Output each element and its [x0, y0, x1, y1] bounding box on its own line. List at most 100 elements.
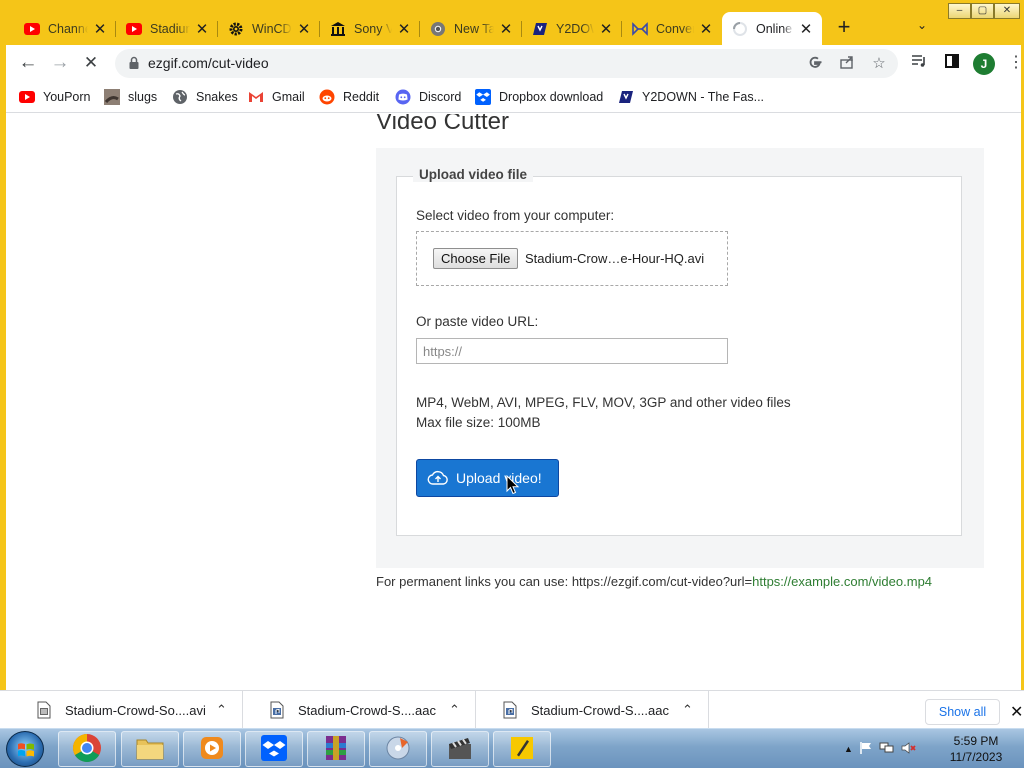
google-icon[interactable] [805, 54, 825, 74]
video-url-input[interactable] [416, 338, 728, 364]
action-center-flag-icon[interactable] [859, 741, 873, 758]
globe-icon [172, 89, 188, 105]
side-panel-icon[interactable] [942, 53, 962, 73]
fieldset-legend: Upload video file [413, 167, 534, 182]
youtube-icon [19, 89, 35, 105]
dropbox-icon [260, 734, 288, 765]
bookmark-star-icon[interactable]: ☆ [869, 54, 889, 74]
show-all-downloads-button[interactable]: Show all [925, 699, 1000, 725]
page-title: Video Cutter [376, 114, 509, 135]
taskbar-media-player[interactable] [183, 731, 241, 767]
close-tab-icon[interactable]: ✕ [296, 21, 312, 38]
volume-muted-icon[interactable] [901, 741, 917, 758]
close-tab-icon[interactable]: ✕ [798, 21, 814, 38]
youtube-icon [126, 21, 142, 37]
tab-stadium[interactable]: Stadium ✕ [116, 12, 218, 45]
bookmark-gmail[interactable]: Gmail [248, 87, 305, 107]
network-icon[interactable] [879, 741, 895, 758]
taskbar-file-explorer[interactable] [121, 731, 179, 767]
download-item[interactable]: Stadium-Crowd-So....avi ⌃ [10, 691, 243, 729]
chrome-icon [72, 733, 102, 766]
address-bar[interactable]: ezgif.com/cut-video ☆ [115, 49, 898, 78]
mouse-cursor-icon [506, 474, 520, 495]
taskbar-video-editor[interactable] [431, 731, 489, 767]
chevron-up-icon[interactable]: ⌃ [216, 702, 227, 718]
tab-convert[interactable]: Convert ✕ [622, 12, 722, 45]
close-tab-icon[interactable]: ✕ [698, 21, 714, 38]
bookmark-y2down[interactable]: Y2DOWN - The Fas... [618, 87, 764, 107]
taskbar-winrar[interactable] [307, 731, 365, 767]
y2down-icon [618, 89, 634, 105]
audio-file-icon [503, 701, 519, 719]
tab-online-active[interactable]: Online ✕ [722, 12, 822, 45]
bookmark-youporn[interactable]: YouPorn [19, 87, 91, 107]
bookmark-label: YouPorn [43, 90, 91, 104]
slug-image-icon [104, 89, 120, 105]
close-window-button[interactable]: ✕ [994, 3, 1020, 19]
show-hidden-icons-icon[interactable]: ▲ [844, 744, 853, 754]
reddit-icon [319, 89, 335, 105]
tab-sony-vegas[interactable]: Sony Vegas ✕ [320, 12, 420, 45]
tab-title: Y2DOWN [556, 21, 594, 36]
new-tab-button[interactable]: + [832, 16, 856, 40]
tab-wincdemu[interactable]: WinCDEmu ✕ [218, 12, 320, 45]
chevron-up-icon[interactable]: ⌃ [682, 702, 693, 718]
system-tray: ▲ [844, 739, 917, 759]
bookmark-dropbox-download[interactable]: Dropbox download [475, 87, 603, 107]
y2down-icon [532, 21, 548, 37]
profile-avatar[interactable]: J [973, 53, 995, 75]
max-file-size-text: Max file size: 100MB [416, 415, 541, 430]
example-video-link[interactable]: https://example.com/video.mp4 [752, 574, 932, 589]
taskbar-disc-burner[interactable] [369, 731, 427, 767]
close-tab-icon[interactable]: ✕ [598, 21, 614, 38]
bookmark-slugs[interactable]: slugs [104, 87, 157, 107]
download-item[interactable]: Stadium-Crowd-S....aac ⌃ [476, 691, 709, 729]
tab-title: New Tab [454, 21, 494, 36]
close-tab-icon[interactable]: ✕ [194, 21, 210, 38]
tab-search-button[interactable]: ⌄ [912, 18, 932, 38]
close-tab-icon[interactable]: ✕ [498, 21, 514, 38]
chevron-up-icon[interactable]: ⌃ [449, 702, 460, 718]
download-item[interactable]: Stadium-Crowd-S....aac ⌃ [243, 691, 476, 729]
system-clock[interactable]: 5:59 PM 11/7/2023 [945, 733, 1007, 765]
close-tab-icon[interactable]: ✕ [92, 21, 108, 38]
windows-logo-icon [17, 741, 35, 759]
tab-title: Online [756, 21, 793, 36]
start-button[interactable] [6, 731, 44, 767]
bookmark-label: Dropbox download [499, 90, 604, 104]
taskbar-chrome[interactable] [58, 731, 116, 767]
taskbar-dropbox[interactable] [245, 731, 303, 767]
download-file-name: Stadium-Crowd-S....aac [531, 702, 669, 718]
tab-new-tab[interactable]: New Tab ✕ [420, 12, 522, 45]
close-tab-icon[interactable]: ✕ [396, 21, 412, 38]
tab-title: Stadium [150, 21, 190, 36]
tab-channel[interactable]: Channel ✕ [14, 12, 116, 45]
gmail-icon [248, 89, 264, 105]
page-viewport: Video Cutter Upload video file Select vi… [6, 114, 1021, 686]
bookmark-discord[interactable]: Discord [395, 87, 461, 107]
upload-video-button[interactable]: Upload video! [416, 459, 559, 497]
share-icon[interactable] [837, 54, 857, 74]
loading-spinner-icon [732, 21, 748, 37]
back-arrow-icon[interactable]: ← [17, 53, 39, 75]
file-drop-zone[interactable]: Choose File Stadium-Crow…e-Hour-HQ.avi [416, 231, 728, 286]
windows-taskbar: ▲ 5:59 PM 11/7/2023 [0, 728, 1024, 768]
tab-title: Convert [656, 21, 694, 36]
taskbar-sketch-app[interactable] [493, 731, 551, 767]
url-text[interactable]: ezgif.com/cut-video [148, 55, 269, 71]
stop-loading-icon[interactable]: ✕ [80, 53, 102, 75]
browser-toolbar: ← → ✕ ezgif.com/cut-video ☆ J ⋮ [0, 45, 1024, 82]
forward-arrow-icon[interactable]: → [49, 53, 71, 75]
maximize-button[interactable]: ▢ [971, 3, 994, 19]
permanent-links-text: For permanent links you can use: https:/… [376, 574, 932, 589]
tab-y2down[interactable]: Y2DOWN ✕ [522, 12, 622, 45]
bookmarks-bar: YouPorn slugs Snakes Gmail Reddit Discor… [0, 82, 1024, 113]
media-controls-icon[interactable] [909, 53, 929, 73]
download-file-name: Stadium-Crowd-So....avi [65, 702, 206, 718]
minimize-button[interactable]: – [948, 3, 971, 19]
choose-file-button[interactable]: Choose File [433, 248, 519, 269]
close-shelf-icon[interactable]: ✕ [1010, 702, 1023, 722]
bookmark-reddit[interactable]: Reddit [319, 87, 379, 107]
bookmark-snakes[interactable]: Snakes [172, 87, 238, 107]
paste-url-label: Or paste video URL: [416, 314, 539, 329]
